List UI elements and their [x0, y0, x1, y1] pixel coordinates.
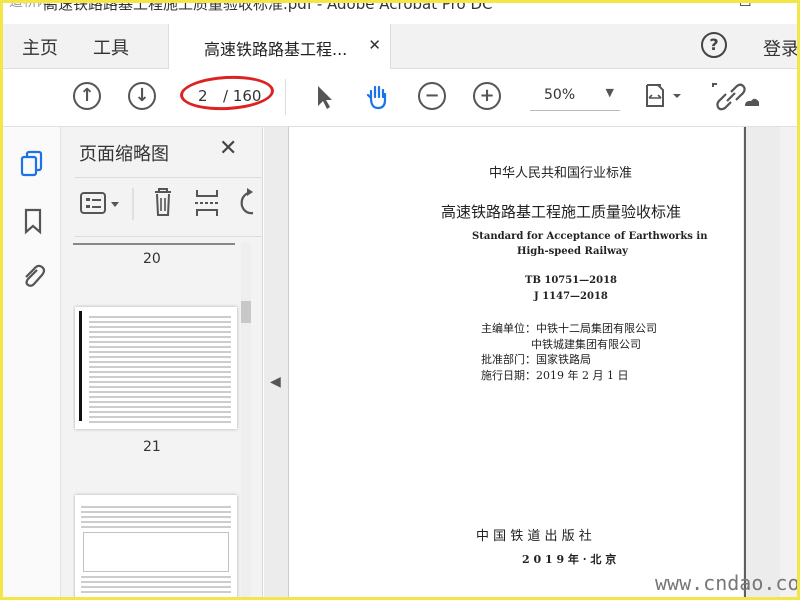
tab-bar: 主页 工具 高速铁路路基工程... ✕ ? 登录: [3, 24, 799, 69]
zoom-select[interactable]: 50% ▼: [530, 81, 620, 111]
share-link-button[interactable]: [711, 82, 761, 112]
cursor-arrow-icon: [318, 86, 332, 109]
doc-standard-type: 中华人民共和国行业标准: [489, 166, 633, 181]
scroll-thumb[interactable]: [241, 301, 251, 323]
arrow-down-icon: ↓: [128, 82, 156, 110]
help-icon[interactable]: ?: [701, 32, 727, 58]
panel-scrollbar[interactable]: [241, 243, 251, 600]
collapse-panel-icon[interactable]: ◀: [270, 374, 281, 390]
minus-icon: −: [418, 82, 446, 110]
doc-title-en-2: High-speed Railway: [517, 246, 628, 257]
panel-title: 页面缩略图: [79, 144, 169, 165]
toolbar: ↑ ↓ 2 / 160 − + 50% ▼: [3, 69, 797, 127]
page-navigation: 2 / 160: [179, 73, 283, 113]
close-icon[interactable]: ✕: [219, 136, 237, 161]
minimize-icon[interactable]: —: [687, 0, 701, 9]
thumbnail-list: 20 21: [73, 243, 241, 600]
zoom-out-button[interactable]: −: [418, 82, 448, 112]
red-annotation-oval: [179, 73, 275, 113]
tab-tools[interactable]: 工具: [93, 34, 129, 60]
rotate-icon[interactable]: [240, 188, 254, 215]
thumbnail-bottom-edge: [73, 243, 235, 245]
hand-tool-button[interactable]: [363, 82, 393, 112]
divider: [285, 79, 286, 115]
doc-code-tb: TB 10751—2018: [525, 275, 617, 286]
doc-code-j: J 1147—2018: [534, 291, 608, 302]
page-thumbnails-button[interactable]: [19, 149, 47, 177]
link-cloud-icon: [712, 83, 759, 111]
thumbnails-panel: 页面缩略图 ✕ 20 21: [61, 127, 263, 600]
doc-year-place: 2 0 1 9 年 · 北 京: [522, 553, 617, 566]
pages-icon: [20, 150, 43, 177]
trash-icon[interactable]: [155, 188, 171, 216]
thumbnail-page-21[interactable]: [75, 307, 237, 429]
zoom-in-button[interactable]: +: [473, 82, 503, 112]
doc-editor-unit-2: 中铁城建集团有限公司: [531, 338, 641, 351]
select-tool-button[interactable]: [308, 82, 338, 112]
arrow-up-icon: ↑: [73, 82, 101, 110]
panel-toolbar: [75, 177, 263, 237]
close-icon[interactable]: ✕: [368, 36, 381, 54]
bookmark-icon: [24, 208, 42, 235]
doc-publisher: 中 国 铁 道 出 版 社: [476, 529, 592, 544]
fit-width-icon: [646, 84, 681, 107]
left-rail: [3, 127, 61, 600]
plus-icon: +: [473, 82, 501, 110]
page-number-label: 20: [143, 251, 161, 267]
attachments-button[interactable]: [19, 262, 47, 290]
tab-home[interactable]: 主页: [22, 34, 58, 60]
document-scrollbar[interactable]: [780, 127, 797, 600]
site-watermark: www.cndao.com: [655, 571, 800, 595]
window-title: 高速铁路路基工程施工质量验收标准.pdf - Adobe Acrobat Pro…: [43, 0, 493, 13]
hand-icon: [366, 85, 387, 110]
document-tab-title: 高速铁路路基工程...: [204, 40, 348, 59]
thumbnail-page-22[interactable]: [75, 495, 237, 600]
title-bar: 道桥网 高速铁路路基工程施工质量验收标准.pdf - Adobe Acrobat…: [3, 0, 797, 24]
fit-page-button[interactable]: [643, 82, 687, 112]
page-edge: [744, 127, 746, 600]
chevron-down-icon: ▼: [605, 86, 614, 99]
pdf-page: 中华人民共和国行业标准 高速铁路路基工程施工质量验收标准 Standard fo…: [288, 127, 746, 600]
doc-effective-date: 施行日期：2019 年 2 月 1 日: [481, 369, 629, 382]
bookmarks-button[interactable]: [19, 207, 47, 235]
page-number-label: 21: [143, 439, 161, 455]
doc-editor-unit: 主编单位：中铁十二局集团有限公司: [481, 322, 657, 335]
thumbnail-options-icon[interactable]: [80, 192, 119, 214]
maximize-icon[interactable]: ☐: [739, 0, 752, 9]
insert-page-icon[interactable]: [195, 190, 219, 216]
doc-approval-dept: 批准部门：国家铁路局: [481, 353, 591, 366]
previous-page-button[interactable]: ↑: [73, 82, 103, 112]
zoom-value: 50%: [544, 87, 576, 103]
doc-title-cn: 高速铁路路基工程施工质量验收标准: [441, 203, 682, 221]
login-button[interactable]: 登录: [763, 35, 799, 61]
paperclip-icon: [25, 264, 46, 287]
tab-document[interactable]: 高速铁路路基工程... ✕: [168, 24, 391, 69]
next-page-button[interactable]: ↓: [128, 82, 158, 112]
doc-title-en-1: Standard for Acceptance of Earthworks in: [472, 231, 708, 242]
